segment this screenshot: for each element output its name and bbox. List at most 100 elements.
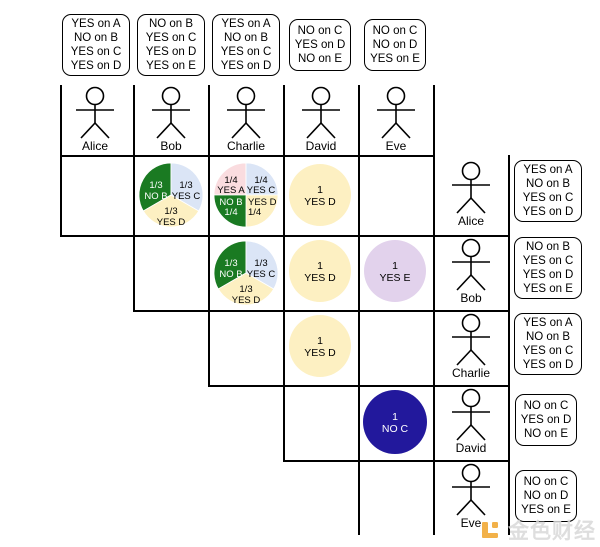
slice-fraction: 1/3 [254,258,267,269]
stick-figure-icon [452,161,490,214]
note-line: YES on A [523,164,573,176]
person-name: Eve [460,516,482,530]
cell-david-eve[interactable]: 1 NO C [362,389,428,455]
column-header-eve: Eve [359,85,433,155]
note-line: YES on E [370,53,420,65]
stick-figure-icon [452,388,490,441]
note-line: NO on E [523,428,569,440]
cell-charlie-david[interactable]: 1 YES D [288,314,352,378]
right-note-bob: NO on B YES on C YES on D YES on E [514,237,582,299]
note-line: YES on A [221,18,271,30]
note-line: YES on C [522,192,574,204]
note-line: NO on D [372,39,418,51]
note-line: YES on E [523,283,573,295]
right-note-david: NO on C YES on D NO on E [515,394,577,446]
note-line: NO on C [297,25,343,37]
grid-vline-4 [358,85,360,535]
row-header-alice: Alice [434,160,508,230]
note-line: NO on C [523,476,569,488]
note-line: NO on B [525,178,571,190]
cell-alice-david[interactable]: 1 YES D [288,163,352,227]
note-line: YES on D [145,46,197,58]
grid-vline-1 [133,85,135,310]
column-header-bob: Bob [134,85,208,155]
stick-figure-icon [377,86,415,139]
note-line: YES on C [522,255,574,267]
stick-figure-icon [227,86,265,139]
row-header-charlie: Charlie [434,312,508,382]
note-line: YES on A [71,18,121,30]
cell-bob-eve[interactable]: 1 YES E [363,239,427,303]
person-name: Bob [160,139,182,153]
slice-label: YES C [172,191,201,202]
circle-fraction: 1 [392,411,398,423]
circle-fraction: 1 [317,335,323,347]
stick-figure-icon [452,238,490,291]
grid-vline-6 [508,155,510,535]
column-header-charlie: Charlie [209,85,283,155]
note-line: YES on C [522,345,574,357]
slice-fraction: 1/3 [164,206,177,217]
cell-alice-bob[interactable]: 1/3 NO B 1/3 YES C 1/3 YES D [136,160,206,230]
row-header-eve: Eve [434,462,508,532]
slice-label: YES C [247,185,276,196]
slice-label: YES A [217,185,245,196]
person-name: David [305,139,337,153]
note-line: YES on D [522,359,574,371]
slice-fraction: 1/3 [239,284,252,295]
note-line: YES on D [520,414,572,426]
circle-fraction: 1 [317,260,323,272]
note-line: NO on B [525,241,571,253]
person-name: Alice [457,214,484,228]
note-line: YES on C [220,46,272,58]
person-name: Eve [385,139,407,153]
stick-figure-icon [452,313,490,366]
person-name: David [455,441,487,455]
slice-fraction: 1/4 [248,207,261,218]
slice-label: YES C [247,269,276,280]
right-note-eve: NO on C NO on D YES on E [515,470,577,522]
note-line: NO on D [523,490,569,502]
top-note-charlie: YES on A NO on B YES on C YES on D [212,14,280,76]
column-header-alice: Alice [58,85,132,155]
note-line: YES on C [145,32,197,44]
person-name: Alice [81,139,108,153]
stick-figure-icon [152,86,190,139]
top-note-david: NO on C YES on D NO on E [289,19,351,71]
note-line: YES on E [146,60,196,72]
slice-label: YES D [232,295,261,306]
slice-label: NO B [144,191,167,202]
top-note-bob: NO on B YES on C YES on D YES on E [137,14,205,76]
cell-alice-charlie[interactable]: 1/4 YES A 1/4 YES C YES D 1/4 NO B 1/4 [211,160,281,230]
note-line: YES on D [522,269,574,281]
note-line: NO on E [297,53,343,65]
diagram-canvas: YES on A NO on B YES on C YES on D NO on… [0,0,600,547]
right-note-alice: YES on A NO on B YES on C YES on D [514,160,582,222]
circle-label: YES D [304,347,336,359]
circle-label: YES E [380,272,411,284]
note-line: YES on E [521,504,571,516]
slice-fraction: 1/4 [224,207,237,218]
circle-label: YES D [304,196,336,208]
stick-figure-icon [302,86,340,139]
right-note-charlie: YES on A NO on B YES on C YES on D [514,313,582,375]
slice-label: NO B [219,269,242,280]
slice-fraction: 1/3 [179,180,192,191]
note-line: NO on C [372,25,418,37]
note-line: YES on C [70,46,122,58]
grid-hline-header [60,155,434,157]
person-name: Bob [460,291,482,305]
person-name: Charlie [451,366,490,380]
stick-figure-icon [76,86,114,139]
cell-bob-charlie[interactable]: 1/3 NO B 1/3 YES C 1/3 YES D [211,238,281,308]
grid-vline-2 [208,85,210,385]
stick-figure-icon [452,463,490,516]
cell-bob-david[interactable]: 1 YES D [288,239,352,303]
note-line: NO on C [523,400,569,412]
grid-vline-3 [283,85,285,460]
note-line: YES on D [220,60,272,72]
circle-fraction: 1 [317,184,323,196]
note-line: YES on D [522,206,574,218]
top-note-alice: YES on A NO on B YES on C YES on D [62,14,130,76]
note-line: YES on A [523,317,573,329]
